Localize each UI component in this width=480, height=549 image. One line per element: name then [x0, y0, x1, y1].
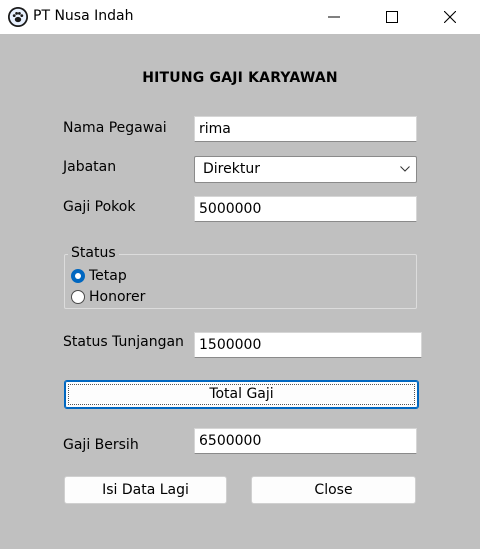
jabatan-select[interactable]: Direktur — [194, 156, 417, 183]
total-gaji-button[interactable]: Total Gaji — [64, 380, 419, 409]
chevron-down-icon — [400, 166, 410, 172]
status-legend: Status — [68, 245, 119, 261]
window-title: PT Nusa Indah — [33, 8, 134, 24]
minimize-icon — [328, 16, 340, 18]
isi-data-lagi-button[interactable]: Isi Data Lagi — [64, 476, 227, 504]
jabatan-selected-value: Direktur — [203, 161, 260, 177]
maximize-button[interactable] — [363, 0, 421, 34]
title-bar: PT Nusa Indah — [0, 0, 480, 34]
focus-rectangle — [68, 384, 415, 405]
radio-tetap-label: Tetap — [89, 268, 127, 284]
form-heading: HITUNG GAJI KARYAWAN — [142, 70, 338, 86]
radio-honorer[interactable]: Honorer — [71, 289, 145, 305]
nama-pegawai-label: Nama Pegawai — [63, 120, 167, 136]
radio-unselected-indicator — [71, 290, 85, 304]
gaji-pokok-label: Gaji Pokok — [63, 199, 136, 215]
paw-icon — [8, 7, 28, 27]
nama-pegawai-input[interactable]: rima — [194, 116, 417, 142]
status-tunjangan-input[interactable]: 1500000 — [194, 332, 422, 358]
jabatan-label: Jabatan — [63, 159, 117, 175]
gaji-bersih-input[interactable]: 6500000 — [194, 428, 417, 454]
status-tunjangan-label: Status Tunjangan — [63, 334, 184, 350]
gaji-bersih-label: Gaji Bersih — [63, 437, 139, 453]
radio-honorer-label: Honorer — [89, 289, 146, 305]
close-window-button[interactable] — [421, 0, 479, 34]
close-icon — [444, 11, 456, 23]
radio-tetap[interactable]: Tetap — [71, 268, 127, 284]
close-button[interactable]: Close — [251, 476, 416, 504]
maximize-icon — [386, 11, 398, 23]
minimize-button[interactable] — [305, 0, 363, 34]
radio-selected-indicator — [71, 269, 85, 283]
form-panel: HITUNG GAJI KARYAWAN Nama Pegawai rima J… — [0, 34, 480, 549]
gaji-pokok-input[interactable]: 5000000 — [194, 196, 417, 222]
